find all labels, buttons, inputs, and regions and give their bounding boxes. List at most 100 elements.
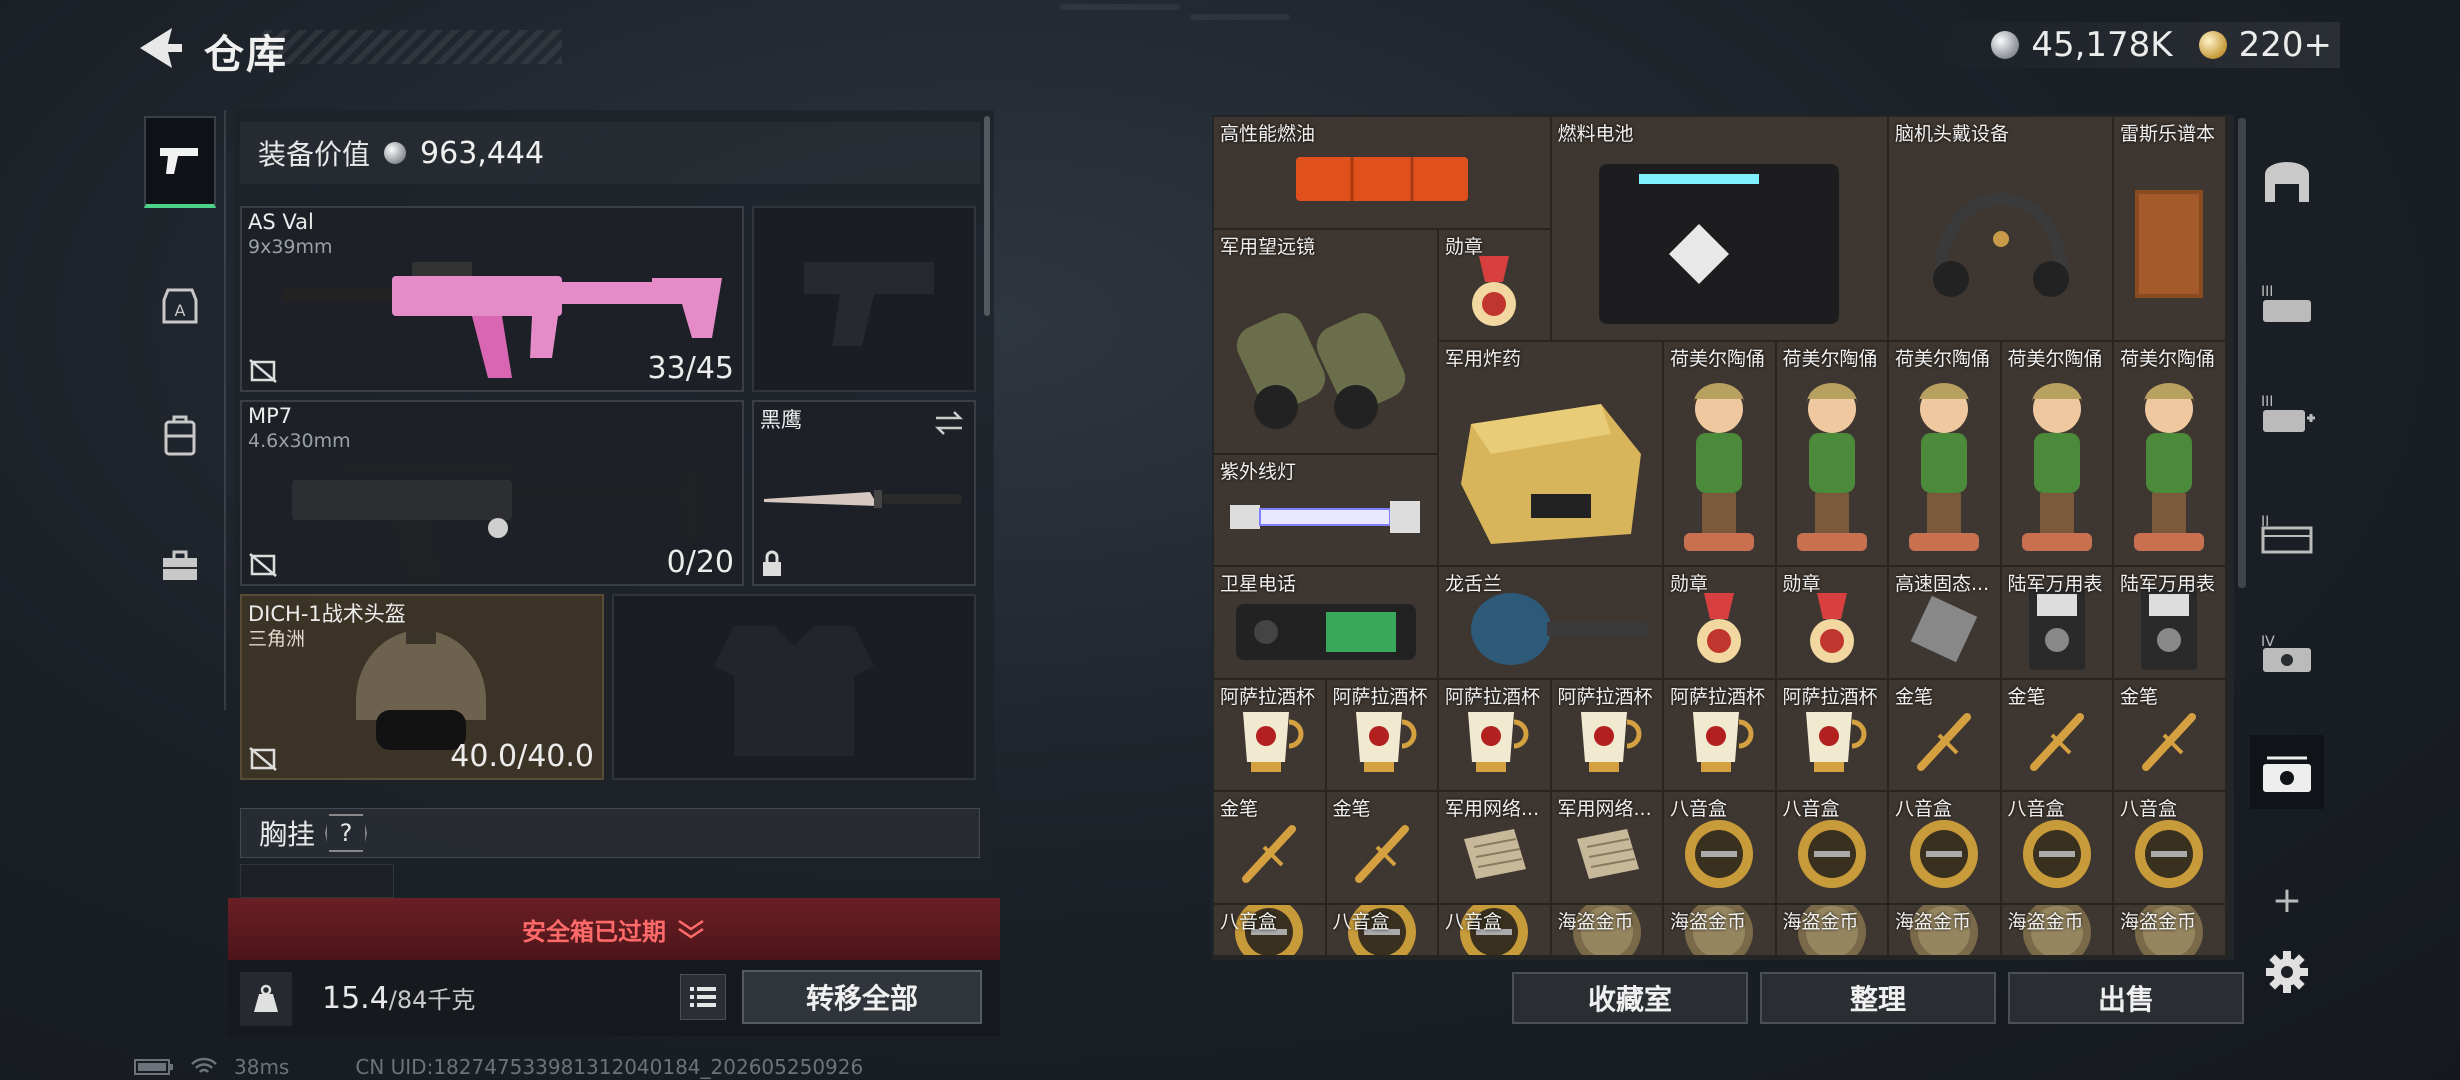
storage-rail: III III II IV + (2244, 115, 2330, 1015)
equipment-scrollbar[interactable] (984, 116, 990, 316)
inventory-item[interactable]: 军用网络... (1551, 792, 1664, 905)
item-name: 金笔 (1332, 798, 1371, 820)
inventory-item[interactable]: 脑机头戴设备 (1889, 117, 2114, 342)
rail-storage-4[interactable]: IV (2250, 615, 2324, 689)
inventory-item[interactable]: 高性能燃油 (1214, 117, 1552, 230)
rail-storage-main[interactable] (2250, 145, 2324, 219)
inventory-item[interactable]: 海盗金币 (1664, 904, 1777, 957)
swap-icon[interactable] (934, 410, 964, 436)
wifi-icon (191, 1057, 217, 1073)
inventory-item[interactable]: 阿萨拉酒杯 (1664, 679, 1777, 792)
no-insure-icon (249, 553, 277, 577)
secondary-weapon-slot[interactable]: MP7 4.6x30mm 0/20 (240, 400, 744, 586)
gold-coin-icon (2198, 31, 2227, 59)
list-icon (690, 987, 716, 1007)
inventory-item[interactable]: 荷美尔陶俑 (2114, 342, 2227, 567)
inventory-item[interactable]: 军用望远镜 (1214, 229, 1439, 455)
inventory-item[interactable]: 八音盒 (2114, 792, 2227, 905)
chest-rig-row[interactable]: 胸挂 ? (240, 808, 980, 858)
inventory-item[interactable]: 燃料电池 (1551, 117, 1889, 342)
helmet-durability: 40.0/40.0 (450, 739, 594, 774)
inventory-item[interactable]: 八音盒 (1326, 904, 1439, 957)
inventory-item[interactable]: 海盗金币 (1889, 904, 2002, 957)
rail-storage-3b[interactable]: III (2250, 375, 2324, 449)
inventory-item[interactable]: 金笔 (1214, 792, 1327, 905)
gold-amount[interactable]: 220+ (2239, 25, 2332, 65)
weight-readout: 15.4/84千克 (322, 980, 475, 1016)
organize-button[interactable]: 整理 (1760, 972, 1996, 1024)
item-image (2129, 814, 2209, 898)
rail-tab-weapons[interactable] (144, 116, 216, 208)
inventory-item[interactable]: 金笔 (1889, 679, 2002, 792)
item-image (1226, 277, 1426, 441)
chest-rig-slot[interactable] (240, 864, 394, 898)
item-name: 勋章 (1782, 573, 1821, 595)
inventory-item[interactable]: 八音盒 (1776, 792, 1889, 905)
inventory-item[interactable]: 金笔 (2001, 679, 2114, 792)
weight-max: /84千克 (388, 986, 476, 1014)
safebox-expired-bar[interactable]: 安全箱已过期 (228, 898, 1000, 960)
inventory-item[interactable]: 八音盒 (1439, 904, 1552, 957)
item-name: 金笔 (2120, 685, 2159, 708)
inventory-item[interactable]: 八音盒 (1889, 792, 2002, 905)
primary-weapon-slot[interactable]: AS Val 9x39mm 33/45 (240, 206, 744, 392)
inventory-item[interactable]: 陆军万用表 (2114, 567, 2227, 680)
case-icon: III (2261, 284, 2311, 322)
inventory-item[interactable]: 金笔 (2114, 679, 2227, 792)
back-arrow-icon[interactable] (128, 22, 188, 74)
inventory-item[interactable]: 紫外线灯 (1214, 454, 1439, 567)
rail-storage-2[interactable]: II (2250, 495, 2324, 569)
inventory-item[interactable]: 海盗金币 (1551, 904, 1664, 957)
inventory-item[interactable]: 勋章 (1664, 567, 1777, 680)
inventory-item[interactable]: 金笔 (1326, 792, 1439, 905)
inventory-item[interactable]: 卫星电话 (1214, 567, 1439, 680)
inventory-item[interactable]: 陆军万用表 (2001, 567, 2114, 680)
item-image (2017, 814, 2097, 898)
item-name: 燃料电池 (1557, 123, 1634, 145)
sell-button[interactable]: 出售 (2008, 972, 2244, 1024)
inventory-item[interactable]: 荷美尔陶俑 (1776, 342, 1889, 567)
inventory-item[interactable]: 荷美尔陶俑 (2001, 342, 2114, 567)
rail-tab-backpack[interactable] (144, 390, 216, 482)
add-storage-button[interactable]: + (2250, 863, 2324, 937)
inventory-item[interactable]: 阿萨拉酒杯 (1551, 679, 1664, 792)
safe-icon: IV (2261, 634, 2311, 672)
collection-room-button[interactable]: 收藏室 (1512, 972, 1748, 1024)
rail-tab-case[interactable] (144, 520, 216, 612)
inventory-item[interactable]: 龙舌兰 (1439, 567, 1664, 680)
inventory-item[interactable]: 海盗金币 (2001, 904, 2114, 957)
background-stripe (1190, 14, 1290, 20)
inventory-item[interactable]: 八音盒 (1214, 904, 1327, 957)
rail-storage-all[interactable] (2250, 735, 2324, 809)
inventory-item[interactable]: 荷美尔陶俑 (1889, 342, 2002, 567)
inventory-item[interactable]: 阿萨拉酒杯 (1326, 679, 1439, 792)
rail-tab-armor[interactable]: A (144, 260, 216, 352)
item-image (1226, 487, 1426, 551)
title-decoration (262, 30, 562, 64)
inventory-item[interactable]: 高速固态... (1889, 567, 2002, 680)
inventory-item[interactable]: 勋章 (1776, 567, 1889, 680)
inventory-item[interactable]: 军用网络... (1439, 792, 1552, 905)
inventory-item[interactable]: 海盗金币 (2114, 904, 2227, 957)
melee-slot[interactable]: 黑鹰 (752, 400, 976, 586)
rail-storage-3a[interactable]: III (2250, 265, 2324, 339)
inventory-item[interactable]: 荷美尔陶俑 (1664, 342, 1777, 567)
inventory-item[interactable]: 军用炸药 (1439, 342, 1664, 567)
list-view-button[interactable] (680, 974, 726, 1020)
helmet-slot[interactable]: DICH-1战术头盔 三角洲 40.0/40.0 (240, 594, 604, 780)
item-image (1909, 594, 1979, 668)
inventory-item[interactable]: 海盗金币 (1776, 904, 1889, 957)
inventory-item[interactable]: 勋章 (1439, 229, 1552, 342)
inventory-item[interactable]: 八音盒 (2001, 792, 2114, 905)
inventory-item[interactable]: 阿萨拉酒杯 (1214, 679, 1327, 792)
settings-button[interactable] (2250, 935, 2324, 1009)
inventory-item[interactable]: 阿萨拉酒杯 (1439, 679, 1552, 792)
help-icon[interactable]: ? (325, 814, 368, 852)
silver-coin-icon (1991, 31, 2020, 59)
transfer-all-button[interactable]: 转移全部 (742, 970, 982, 1024)
armor-slot-empty[interactable] (612, 594, 976, 780)
pistol-slot-empty[interactable] (752, 206, 976, 392)
inventory-item[interactable]: 阿萨拉酒杯 (1776, 679, 1889, 792)
inventory-item[interactable]: 八音盒 (1664, 792, 1777, 905)
inventory-item[interactable]: 雷斯乐谱本 (2114, 117, 2227, 342)
